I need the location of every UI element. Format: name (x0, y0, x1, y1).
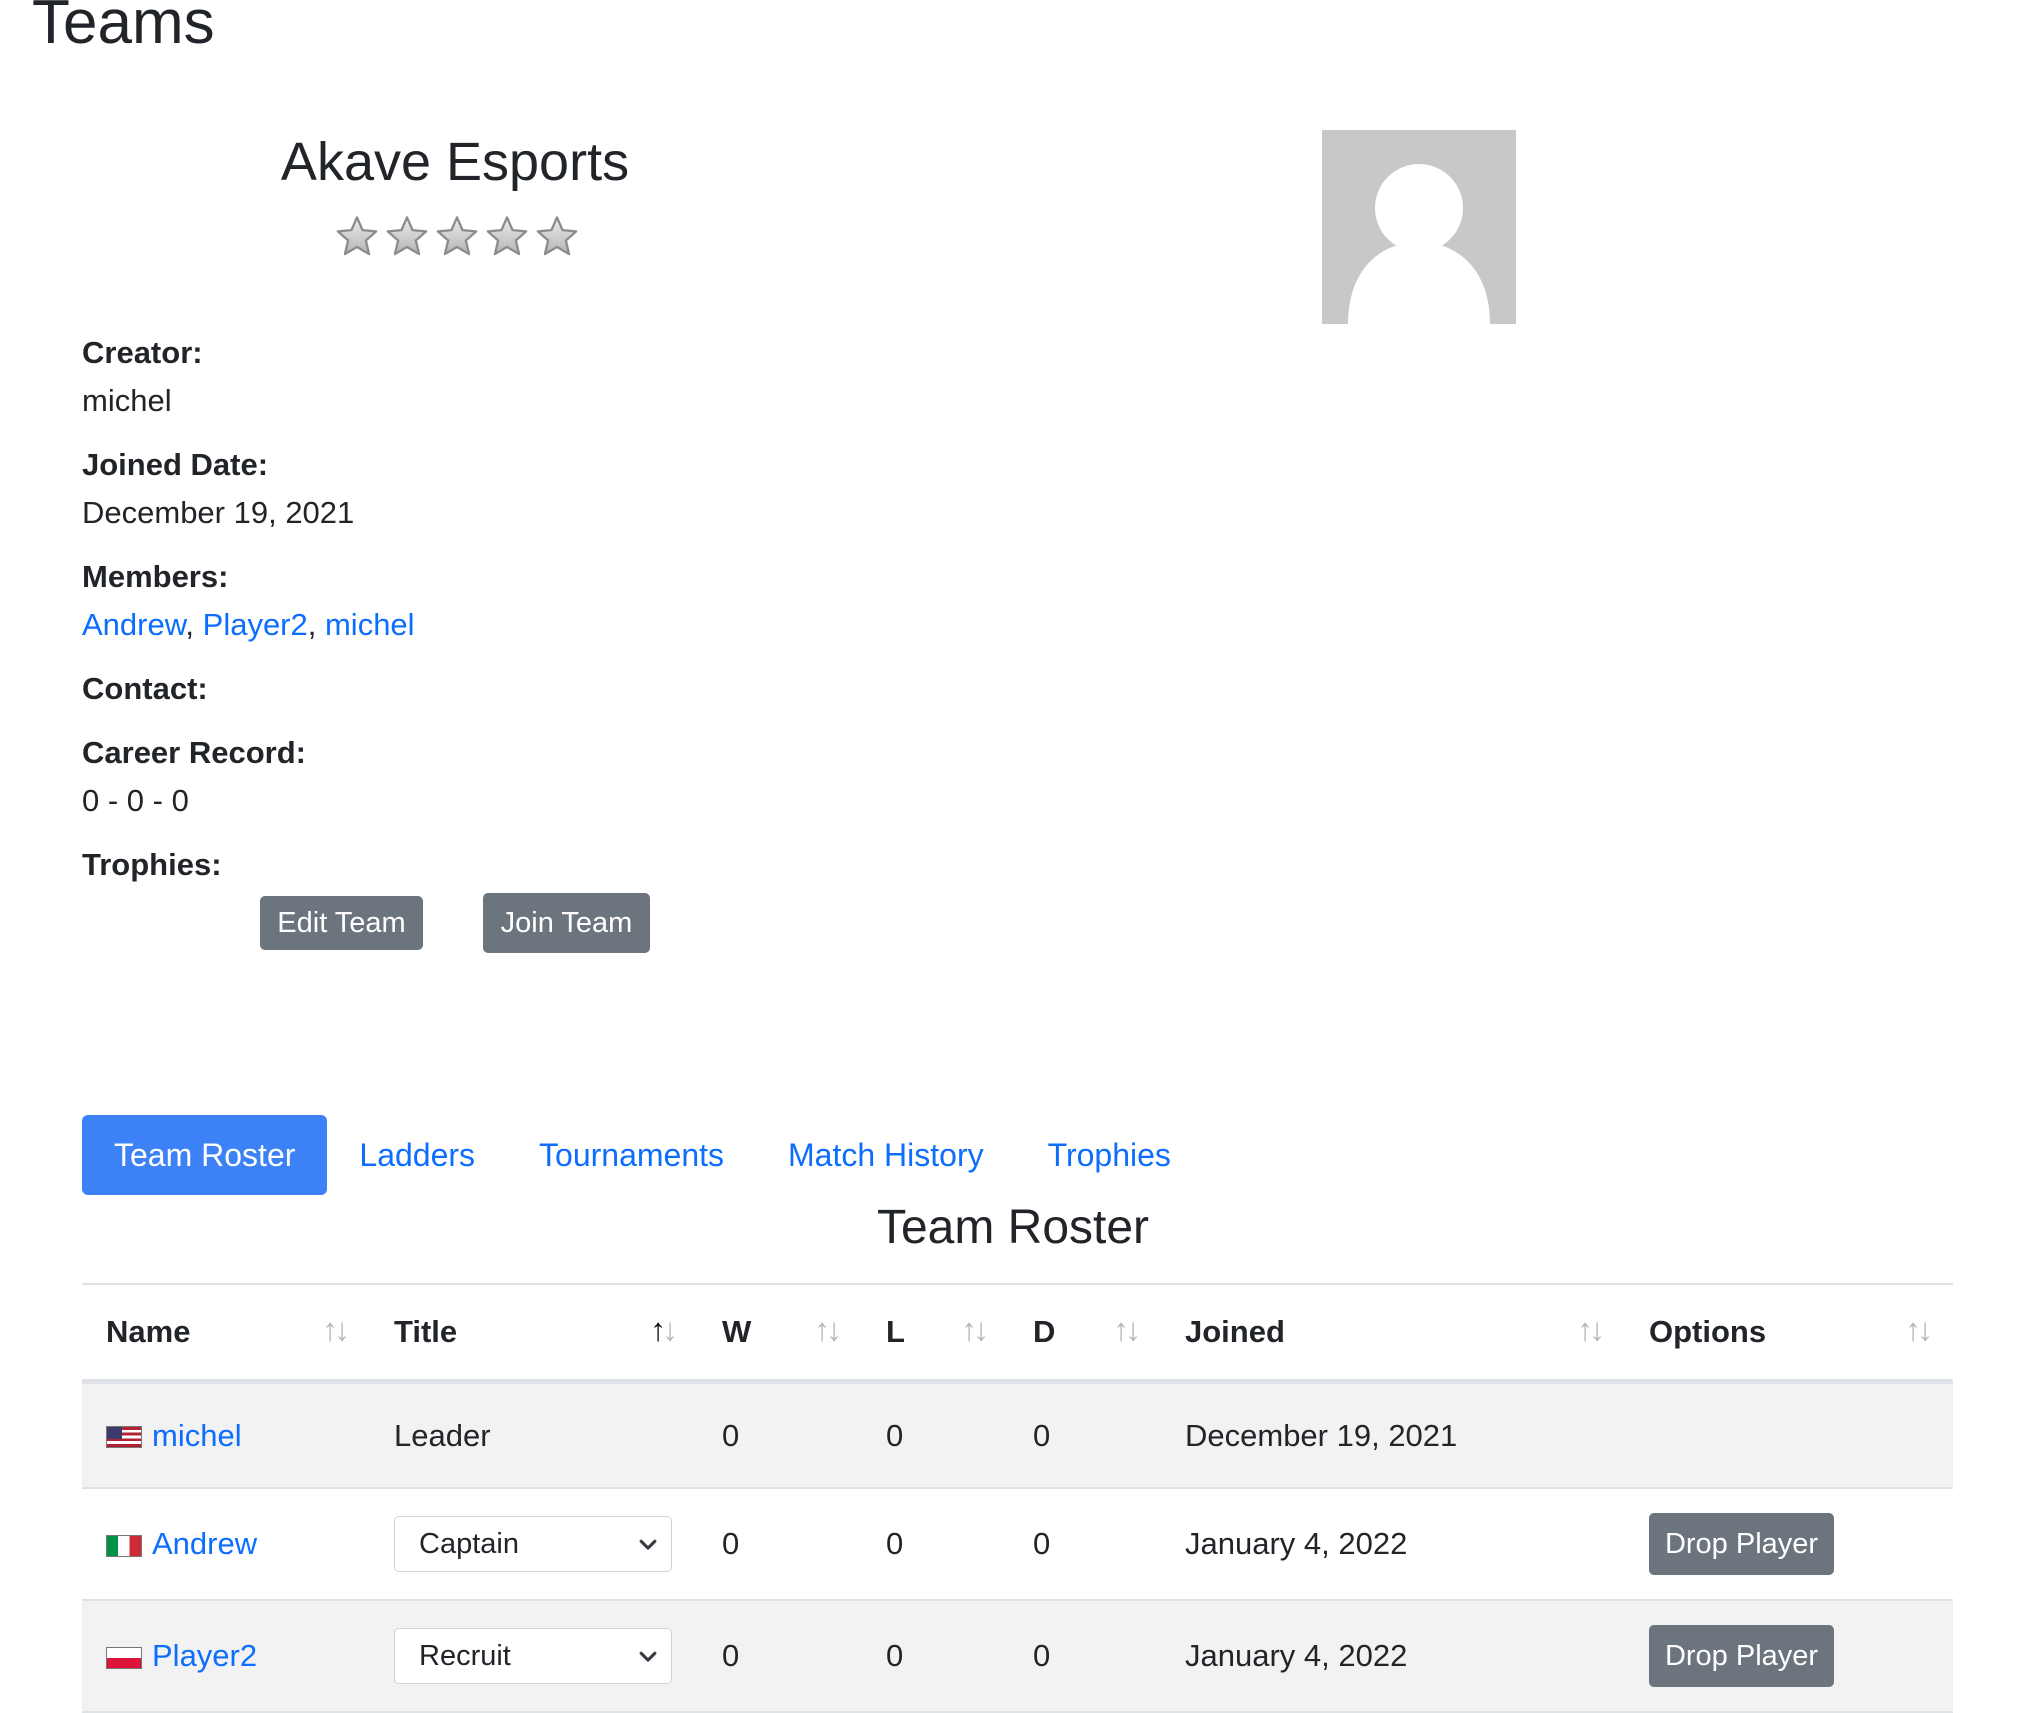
joined-cell: January 4, 2022 (1161, 1488, 1625, 1601)
member-link-andrew[interactable]: Andrew (82, 607, 185, 642)
page-title: Teams (32, 0, 215, 57)
player-link[interactable]: michel (152, 1418, 242, 1453)
roster-title: Team Roster (876, 1201, 1150, 1254)
column-header-d[interactable]: D ↑↓ (1009, 1284, 1161, 1384)
player-cell: Player2 (82, 1600, 370, 1713)
joined-cell: December 19, 2021 (1161, 1381, 1625, 1489)
star-icon[interactable] (384, 214, 430, 260)
joined-date-value: December 19, 2021 (82, 495, 355, 530)
italy-flag-icon (106, 1534, 142, 1557)
player-cell: michel (82, 1381, 370, 1489)
user-placeholder-icon (1348, 164, 1490, 324)
title-select-value: Captain (419, 1528, 519, 1560)
draws-cell: 0 (1009, 1600, 1161, 1713)
column-header-name[interactable]: Name ↑↓ (82, 1284, 370, 1384)
team-tabs: Team Roster Ladders Tournaments Match Hi… (82, 1115, 1203, 1195)
star-icon[interactable] (434, 214, 480, 260)
roster-table: Name ↑↓ Title ↑↓ W ↑↓ L ↑↓ D ↑↓ Joined ↑↓ Opti… (82, 1283, 1953, 1713)
tab-ladders[interactable]: Ladders (327, 1115, 507, 1195)
wins-cell: 0 (698, 1600, 862, 1713)
title-cell: Recruit (370, 1600, 698, 1713)
contact-label: Contact: (82, 671, 208, 706)
title-select[interactable]: Recruit (394, 1628, 672, 1684)
team-avatar (1322, 130, 1516, 324)
title-select[interactable]: Captain (394, 1516, 672, 1572)
losses-cell: 0 (862, 1488, 1009, 1601)
options-cell: Drop Player (1625, 1600, 1953, 1713)
team-rating (334, 214, 580, 260)
join-team-button[interactable]: Join Team (483, 893, 650, 953)
edit-team-button[interactable]: Edit Team (260, 896, 423, 950)
members-label: Members: (82, 559, 229, 594)
drop-player-button[interactable]: Drop Player (1649, 1513, 1834, 1575)
joined-date-label: Joined Date: (82, 447, 269, 482)
options-cell (1625, 1381, 1953, 1489)
us-flag-icon (106, 1426, 142, 1449)
star-icon[interactable] (484, 214, 530, 260)
column-header-w[interactable]: W ↑↓ (698, 1284, 862, 1384)
career-record-label: Career Record: (82, 735, 306, 770)
losses-cell: 0 (862, 1600, 1009, 1713)
tab-trophies[interactable]: Trophies (1016, 1115, 1203, 1195)
sort-icon[interactable]: ↑↓ (322, 1311, 350, 1348)
tab-team-roster[interactable]: Team Roster (82, 1115, 328, 1195)
team-info: Creator: michel Joined Date: December 19… (82, 329, 415, 889)
sort-icon[interactable]: ↑↓ (1905, 1311, 1933, 1348)
column-header-options[interactable]: Options ↑↓ (1625, 1284, 1953, 1384)
table-row: michel Leader 0 0 0 December 19, 2021 (82, 1381, 1953, 1489)
title-cell: Captain (370, 1488, 698, 1601)
sort-ascending-icon[interactable]: ↑↓ (650, 1311, 678, 1348)
column-header-title[interactable]: Title ↑↓ (370, 1284, 698, 1384)
title-select-value: Recruit (419, 1640, 511, 1672)
member-link-michel[interactable]: michel (325, 607, 415, 642)
column-header-joined[interactable]: Joined ↑↓ (1161, 1284, 1625, 1384)
poland-flag-icon (106, 1646, 142, 1669)
sort-icon[interactable]: ↑↓ (814, 1311, 842, 1348)
roster-header-row: Name ↑↓ Title ↑↓ W ↑↓ L ↑↓ D ↑↓ Joined ↑↓ Opti… (82, 1284, 1953, 1384)
table-row: Player2 Recruit 0 0 0 January 4, 2022 Dr… (82, 1600, 1953, 1713)
title-cell: Leader (370, 1381, 698, 1489)
player-link[interactable]: Player2 (152, 1638, 257, 1673)
losses-cell: 0 (862, 1381, 1009, 1489)
star-icon[interactable] (534, 214, 580, 260)
drop-player-button[interactable]: Drop Player (1649, 1625, 1834, 1687)
player-cell: Andrew (82, 1488, 370, 1601)
star-icon[interactable] (334, 214, 380, 260)
creator-value: michel (82, 383, 172, 418)
table-row: Andrew Captain 0 0 0 January 4, 2022 Dro… (82, 1488, 1953, 1601)
sort-icon[interactable]: ↑↓ (961, 1311, 989, 1348)
team-name: Akave Esports (280, 132, 630, 192)
options-cell: Drop Player (1625, 1488, 1953, 1601)
wins-cell: 0 (698, 1488, 862, 1601)
sort-icon[interactable]: ↑↓ (1113, 1311, 1141, 1348)
career-record-value: 0 - 0 - 0 (82, 783, 189, 818)
chevron-down-icon (639, 1539, 657, 1550)
member-link-player2[interactable]: Player2 (203, 607, 308, 642)
trophies-label: Trophies: (82, 847, 222, 882)
creator-label: Creator: (82, 335, 203, 370)
joined-cell: January 4, 2022 (1161, 1600, 1625, 1713)
draws-cell: 0 (1009, 1381, 1161, 1489)
tab-match-history[interactable]: Match History (756, 1115, 1016, 1195)
tab-tournaments[interactable]: Tournaments (507, 1115, 756, 1195)
player-link[interactable]: Andrew (152, 1526, 257, 1561)
draws-cell: 0 (1009, 1488, 1161, 1601)
sort-icon[interactable]: ↑↓ (1577, 1311, 1605, 1348)
wins-cell: 0 (698, 1381, 862, 1489)
column-header-l[interactable]: L ↑↓ (862, 1284, 1009, 1384)
members-list: Andrew, Player2, michel (82, 607, 415, 642)
chevron-down-icon (639, 1651, 657, 1662)
